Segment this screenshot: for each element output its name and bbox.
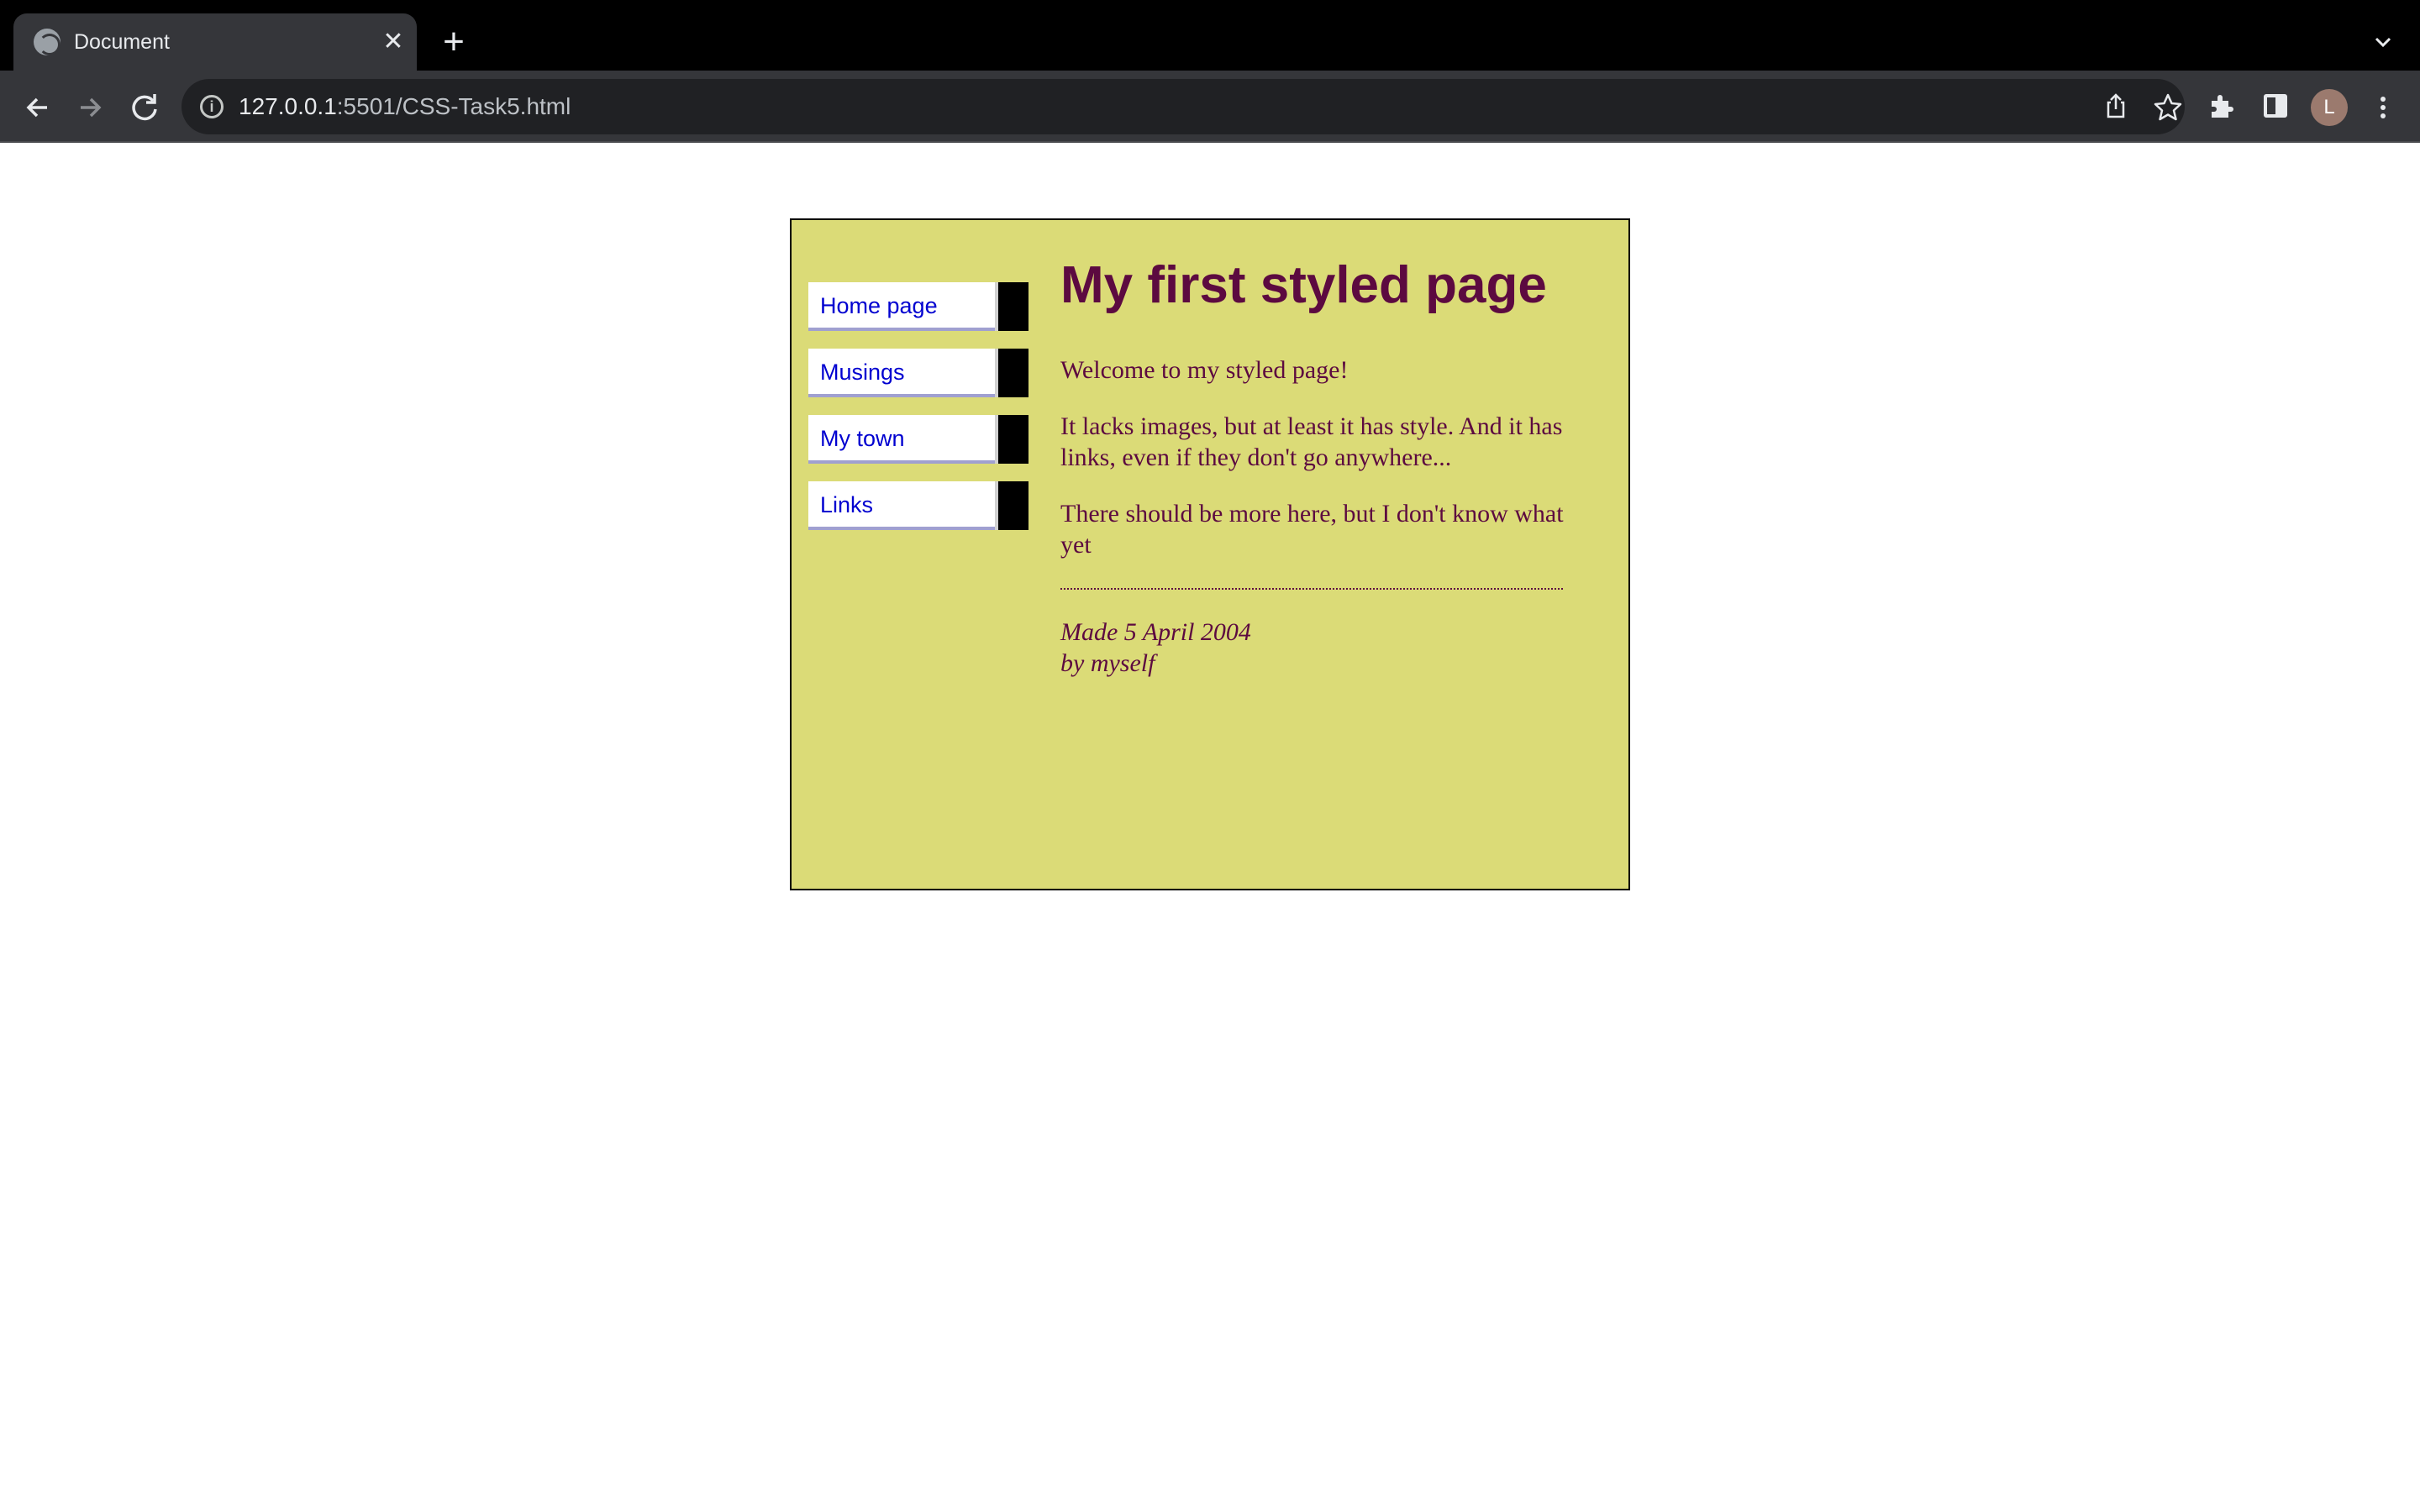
globe-icon bbox=[34, 29, 60, 55]
url-host: 127.0.0.1 bbox=[239, 93, 337, 119]
nav-item-tab bbox=[995, 349, 1028, 397]
nav-item-label: Musings bbox=[820, 360, 905, 385]
nav-item-home-page[interactable]: Home page bbox=[808, 282, 1028, 331]
chevron-down-icon[interactable] bbox=[2366, 25, 2400, 59]
browser-toolbar: i 127.0.0.1:5501/CSS-Task5.html L bbox=[0, 71, 2420, 143]
page-viewport: Home page Musings My town Links My first… bbox=[0, 143, 2420, 1512]
kebab-menu-icon[interactable] bbox=[2370, 89, 2396, 126]
signature-author: by myself bbox=[1060, 649, 1155, 677]
nav-item-tab bbox=[995, 481, 1028, 530]
forward-arrow-icon[interactable] bbox=[71, 87, 111, 128]
side-panel-icon[interactable] bbox=[2264, 94, 2287, 118]
star-icon[interactable] bbox=[2151, 91, 2185, 124]
nav-item-links[interactable]: Links bbox=[808, 481, 1028, 530]
page-title: My first styled page bbox=[1060, 256, 1547, 314]
nav-item-label: Links bbox=[820, 492, 874, 517]
nav-item-tab bbox=[995, 415, 1028, 464]
signature: Made 5 April 2004 by myself bbox=[1060, 617, 1565, 679]
paragraph-more: There should be more here, but I don't k… bbox=[1060, 500, 1564, 559]
extensions-icon[interactable] bbox=[2205, 91, 2237, 123]
nav-item-my-town[interactable]: My town bbox=[808, 415, 1028, 464]
tab-title: Document bbox=[74, 30, 170, 54]
nav-item-tab bbox=[995, 282, 1028, 331]
back-arrow-icon[interactable] bbox=[17, 87, 57, 128]
nav-item-label: Home page bbox=[820, 293, 938, 318]
avatar[interactable]: L bbox=[2311, 89, 2348, 126]
plus-icon[interactable]: + bbox=[437, 24, 471, 60]
info-icon[interactable]: i bbox=[200, 95, 224, 118]
url-text[interactable]: 127.0.0.1:5501/CSS-Task5.html bbox=[239, 92, 571, 121]
browser-tab[interactable]: Document ✕ bbox=[13, 13, 417, 71]
close-icon[interactable]: ✕ bbox=[380, 29, 407, 55]
styled-page-container: Home page Musings My town Links My first… bbox=[790, 218, 1630, 890]
reload-icon[interactable] bbox=[124, 87, 165, 128]
nav-item-musings[interactable]: Musings bbox=[808, 349, 1028, 397]
tab-strip: Document ✕ + bbox=[0, 0, 2420, 71]
share-icon[interactable] bbox=[2101, 91, 2131, 121]
navbar: Home page Musings My town Links bbox=[808, 282, 1028, 548]
main-content: My first styled page Welcome to my style… bbox=[1060, 254, 1565, 679]
address-bar[interactable]: i 127.0.0.1:5501/CSS-Task5.html bbox=[182, 79, 2185, 134]
horizontal-rule bbox=[1060, 588, 1563, 590]
signature-date: Made 5 April 2004 bbox=[1060, 618, 1251, 646]
paragraph-style: It lacks images, but at least it has sty… bbox=[1060, 412, 1563, 471]
url-path: :5501/CSS-Task5.html bbox=[336, 93, 571, 119]
nav-item-label: My town bbox=[820, 426, 905, 451]
paragraph-welcome: Welcome to my styled page! bbox=[1060, 356, 1349, 384]
